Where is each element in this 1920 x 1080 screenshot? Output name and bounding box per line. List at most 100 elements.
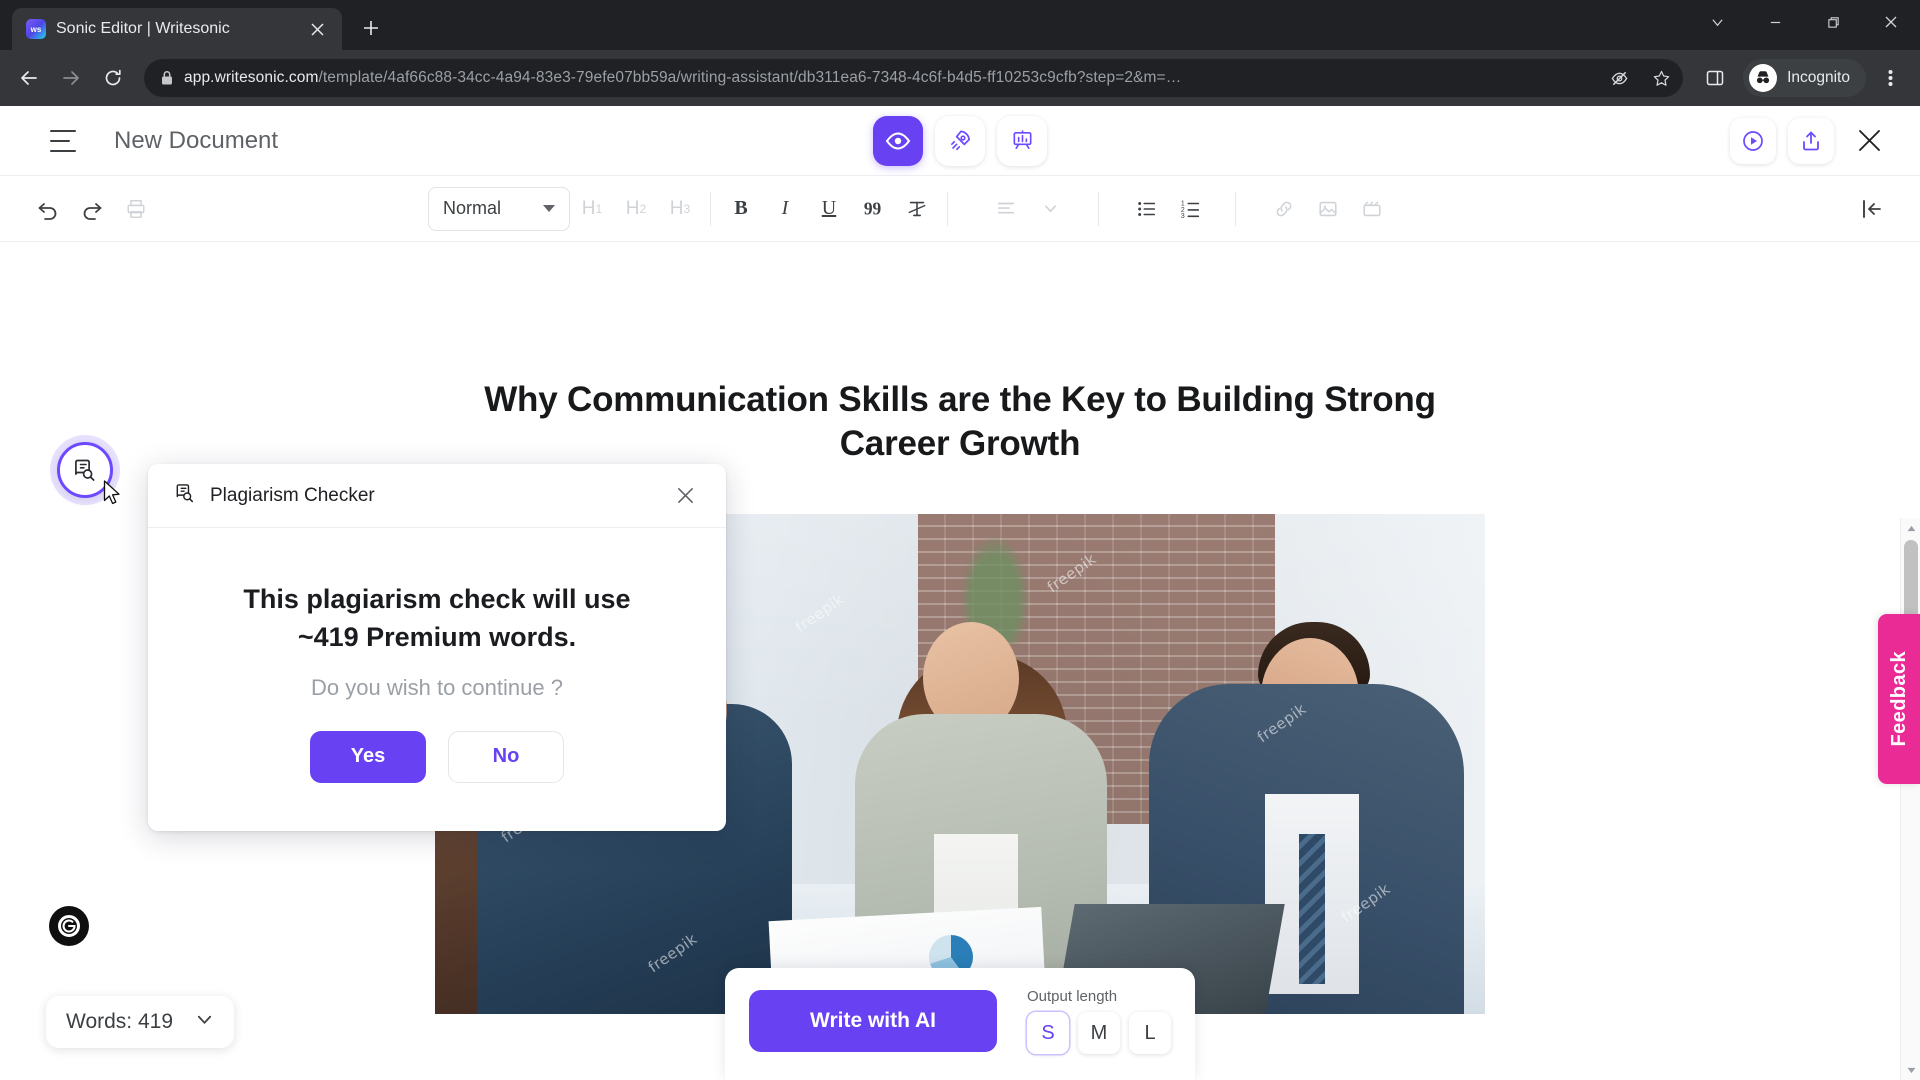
feedback-label: Feedback xyxy=(1887,651,1910,747)
dialog-body: This plagiarism check will use ~419 Prem… xyxy=(148,528,726,831)
scroll-down-icon[interactable] xyxy=(1901,1060,1920,1080)
bullet-list-icon[interactable] xyxy=(1125,187,1169,231)
close-icon[interactable] xyxy=(1862,0,1920,44)
mode-analytics-button[interactable] xyxy=(997,115,1047,166)
output-length-m-button[interactable]: M xyxy=(1078,1012,1120,1054)
mouse-cursor xyxy=(103,480,122,511)
back-arrow-icon[interactable] xyxy=(10,59,48,97)
dialog-question: Do you wish to continue ? xyxy=(311,674,563,700)
mode-boost-button[interactable] xyxy=(935,115,985,166)
dialog-close-icon[interactable] xyxy=(670,481,700,511)
dialog-message-line1: This plagiarism check will use xyxy=(243,584,631,614)
close-editor-icon[interactable] xyxy=(1846,118,1892,164)
tab-strip: ws Sonic Editor | Writesonic xyxy=(0,0,388,50)
tab-close-icon[interactable] xyxy=(304,16,330,42)
text-format-group: B I U 99 xyxy=(719,187,939,231)
toolbar-divider xyxy=(1235,191,1236,226)
dialog-title: Plagiarism Checker xyxy=(210,484,375,506)
align-chevron-down-icon[interactable] xyxy=(1028,187,1072,231)
heading-h3-button[interactable]: H3 xyxy=(658,187,702,231)
eye-slash-icon[interactable] xyxy=(1603,62,1635,94)
document-heading[interactable]: Why Communication Skills are the Key to … xyxy=(445,378,1475,466)
chevron-down-icon xyxy=(543,205,555,212)
numbered-list-icon[interactable]: 123 xyxy=(1169,187,1213,231)
dialog-no-button[interactable]: No xyxy=(448,730,564,783)
undo-icon[interactable] xyxy=(26,187,70,231)
document-title[interactable]: New Document xyxy=(114,127,278,155)
url-host: app.writesonic.com xyxy=(184,69,319,86)
restore-icon[interactable] xyxy=(1804,0,1862,44)
list-group: 123 xyxy=(1125,187,1213,231)
star-icon[interactable] xyxy=(1645,62,1677,94)
grammarly-icon[interactable] xyxy=(49,906,89,946)
dialog-header: Plagiarism Checker xyxy=(148,464,726,528)
browser-toolbar: app.writesonic.com/template/4af66c88-34c… xyxy=(0,50,1920,106)
output-length-s-button[interactable]: S xyxy=(1027,1012,1069,1054)
toolbar-divider xyxy=(1098,191,1099,226)
print-icon[interactable] xyxy=(114,187,158,231)
align-left-icon[interactable] xyxy=(984,187,1028,231)
output-length-group: Output length S M L xyxy=(1027,988,1171,1054)
share-upload-icon[interactable] xyxy=(1788,117,1834,164)
svg-text:99: 99 xyxy=(864,198,882,218)
plagiarism-checker-dialog: Plagiarism Checker This plagiarism check… xyxy=(148,464,726,831)
mode-switch xyxy=(873,115,1047,166)
toolbar-right xyxy=(1850,187,1894,231)
feedback-tab[interactable]: Feedback xyxy=(1878,614,1920,784)
header-actions xyxy=(1730,117,1892,164)
history-group xyxy=(26,187,158,231)
dialog-actions: Yes No xyxy=(188,730,686,783)
scroll-up-icon[interactable] xyxy=(1901,518,1920,538)
heading-h1-button[interactable]: H1 xyxy=(570,187,614,231)
browser-window: ws Sonic Editor | Writesonic app.writeso… xyxy=(0,0,1920,1080)
three-dot-menu-icon[interactable] xyxy=(1870,58,1910,98)
reload-icon[interactable] xyxy=(94,59,132,97)
photo-person-right-tie xyxy=(1299,833,1326,984)
toolbar-divider xyxy=(710,191,711,226)
profile-incognito-button[interactable]: Incognito xyxy=(1743,59,1866,97)
writesonic-app: New Document Normal H 1 H 2 H 3 B I U 99… xyxy=(0,106,1920,1080)
redo-icon[interactable] xyxy=(70,187,114,231)
italic-button[interactable]: I xyxy=(763,187,807,231)
video-icon[interactable] xyxy=(1350,187,1394,231)
svg-text:3: 3 xyxy=(1181,213,1185,220)
toolbar-divider xyxy=(947,191,948,226)
word-count-button[interactable]: Words: 419 xyxy=(46,996,234,1048)
hamburger-menu-icon[interactable] xyxy=(50,129,80,152)
clear-format-icon[interactable] xyxy=(895,187,939,231)
bold-button[interactable]: B xyxy=(719,187,763,231)
write-with-ai-bar: Write with AI Output length S M L xyxy=(725,968,1195,1080)
mode-preview-button[interactable] xyxy=(873,115,923,166)
paragraph-style-select[interactable]: Normal xyxy=(428,186,570,231)
output-length-l-button[interactable]: L xyxy=(1129,1012,1171,1054)
incognito-icon xyxy=(1749,64,1778,92)
browser-tab[interactable]: ws Sonic Editor | Writesonic xyxy=(12,8,342,50)
output-length-label: Output length xyxy=(1027,988,1118,1005)
output-length-options: S M L xyxy=(1027,1012,1171,1054)
side-panel-icon[interactable] xyxy=(1695,58,1735,98)
address-bar[interactable]: app.writesonic.com/template/4af66c88-34c… xyxy=(144,59,1684,97)
quote-icon[interactable]: 99 xyxy=(851,187,895,231)
url-text: app.writesonic.com/template/4af66c88-34c… xyxy=(184,69,1593,87)
chevron-down-icon[interactable] xyxy=(1688,0,1746,44)
browser-titlebar: ws Sonic Editor | Writesonic xyxy=(0,0,1920,50)
collapse-panel-icon[interactable] xyxy=(1850,187,1894,231)
writesonic-logo-icon: ws xyxy=(26,19,46,39)
vertical-scrollbar[interactable] xyxy=(1900,518,1920,1080)
app-header: New Document xyxy=(0,106,1920,176)
link-icon[interactable] xyxy=(1262,187,1306,231)
document-search-icon xyxy=(174,482,196,509)
image-icon[interactable] xyxy=(1306,187,1350,231)
heading-h2-button[interactable]: H2 xyxy=(614,187,658,231)
insert-group xyxy=(1262,187,1394,231)
forward-arrow-icon[interactable] xyxy=(52,59,90,97)
minimize-icon[interactable] xyxy=(1746,0,1804,44)
write-with-ai-button[interactable]: Write with AI xyxy=(749,990,997,1052)
dialog-yes-button[interactable]: Yes xyxy=(310,730,426,783)
dialog-message-line2: ~419 Premium words. xyxy=(297,622,577,653)
chevron-down-icon xyxy=(195,1010,214,1035)
underline-button[interactable]: U xyxy=(807,187,851,231)
window-controls xyxy=(1688,0,1920,44)
play-circle-icon[interactable] xyxy=(1730,117,1776,164)
new-tab-button[interactable] xyxy=(354,11,388,45)
